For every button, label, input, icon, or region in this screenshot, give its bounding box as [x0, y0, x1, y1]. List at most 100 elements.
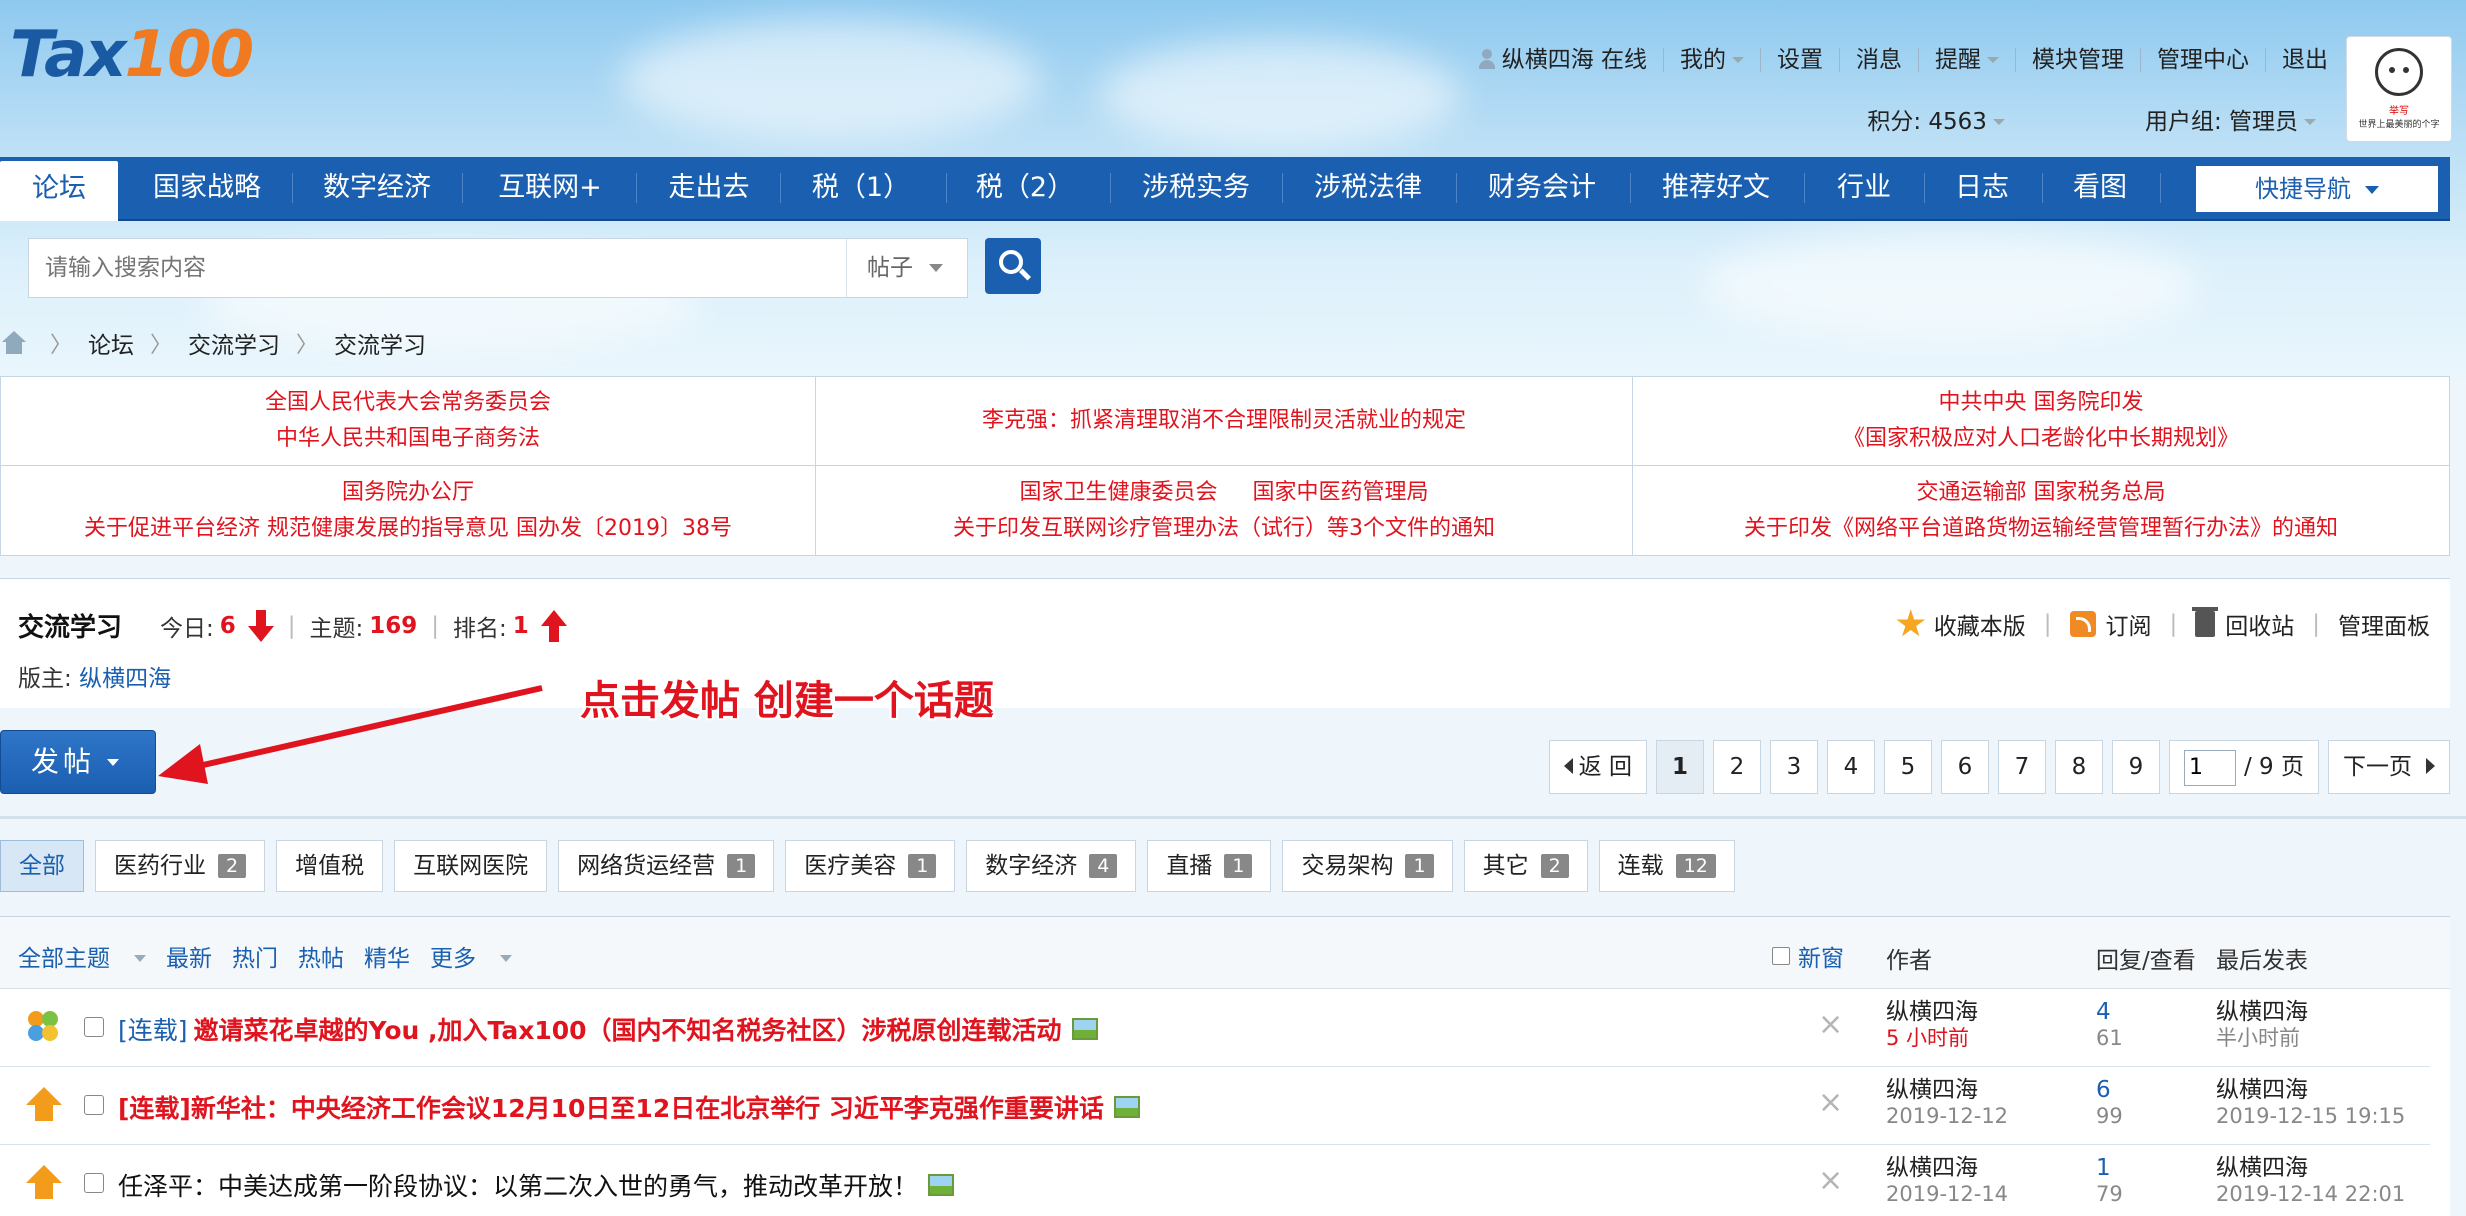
settings-link[interactable]: 设置	[1761, 48, 1840, 72]
recycle-bin-button[interactable]: 回收站	[2192, 607, 2294, 641]
admin-panel-button[interactable]: 管理面板	[2338, 607, 2430, 641]
new-window-toggle[interactable]: 新窗	[1772, 939, 1844, 973]
thread-title[interactable]: [连载]新华社：中央经济工作会议12月10日至12日在北京举行 习近平李克强作重…	[118, 1089, 1140, 1125]
table-row[interactable]: [连载] 邀请菜花卓越的You ,加入Tax100（国内不知名税务社区）涉税原创…	[0, 989, 2430, 1067]
row-checkbox[interactable]	[84, 1095, 104, 1115]
quick-nav-button[interactable]: 快捷导航	[2196, 166, 2438, 212]
page-link[interactable]: 9	[2111, 740, 2160, 794]
close-icon[interactable]: ×	[1818, 1163, 1843, 1198]
nav-tab-tax-2[interactable]: 税（2）	[960, 157, 1090, 219]
filter-digital-economy[interactable]: 数字经济 4	[966, 840, 1137, 892]
notice-item[interactable]: 交通运输部 国家税务总局 关于印发《网络平台道路货物运输经营管理暂行办法》的通知	[1633, 466, 2449, 555]
nav-tab-national-strategy[interactable]: 国家战略	[140, 157, 274, 219]
notice-item[interactable]: 中共中央 国务院印发 《国家积极应对人口老龄化中长期规划》	[1633, 377, 2449, 466]
user-status[interactable]: 纵横四海 在线	[1462, 48, 1664, 72]
next-page-button[interactable]: 下一页	[2328, 740, 2450, 794]
breadcrumb-section[interactable]: 交流学习	[188, 326, 280, 360]
page-link[interactable]: 6	[1940, 740, 1989, 794]
nav-tab-go-global[interactable]: 走出去	[654, 157, 764, 219]
user-group-menu[interactable]: 用户组: 管理员	[2075, 102, 2316, 136]
reminders-menu[interactable]: 提醒	[1919, 48, 2016, 72]
reply-count[interactable]: 6	[2096, 1077, 2123, 1103]
nav-tab-accounting[interactable]: 财务会计	[1472, 157, 1612, 219]
home-icon[interactable]	[0, 331, 28, 355]
page-link[interactable]: 3	[1769, 740, 1818, 794]
sort-hot-posts[interactable]: 热帖	[298, 939, 344, 973]
avatar[interactable]: 举写 世界上最美丽的个字	[2346, 36, 2452, 142]
last-post-user[interactable]: 纵横四海	[2216, 1155, 2405, 1181]
page-link[interactable]: 1	[1655, 740, 1704, 794]
nav-tab-blog[interactable]: 日志	[1936, 157, 2028, 219]
nav-tab-forum[interactable]: 论坛	[0, 161, 118, 221]
page-link[interactable]: 2	[1712, 740, 1761, 794]
subscribe-button[interactable]: 订阅	[2069, 607, 2152, 641]
search-input[interactable]	[29, 239, 847, 297]
table-row[interactable]: 任泽平：中美达成第一阶段协议：以第二次入世的勇气，推动改革开放！ × 纵横四海 2…	[0, 1145, 2430, 1216]
filter-vat[interactable]: 增值税	[276, 840, 384, 892]
module-admin-link[interactable]: 模块管理	[2016, 48, 2141, 72]
logout-link[interactable]: 退出	[2266, 48, 2328, 72]
filter-all[interactable]: 全部	[0, 840, 84, 892]
thread-title[interactable]: [连载] 邀请菜花卓越的You ,加入Tax100（国内不知名税务社区）涉税原创…	[118, 1011, 1098, 1047]
thread-title-text[interactable]: [连载]新华社：中央经济工作会议12月10日至12日在北京举行 习近平李克强作重…	[118, 1089, 1104, 1125]
filter-medicine[interactable]: 医药行业 2	[95, 840, 266, 892]
nav-tab-internet-plus[interactable]: 互联网+	[480, 157, 620, 219]
my-menu[interactable]: 我的	[1664, 48, 1761, 72]
nav-tab-industry[interactable]: 行业	[1818, 157, 1910, 219]
notice-item[interactable]: 国务院办公厅 关于促进平台经济 规范健康发展的指导意见 国办发〔2019〕38号	[1, 466, 816, 555]
search-button[interactable]	[985, 238, 1041, 294]
close-icon[interactable]: ×	[1818, 1007, 1843, 1042]
nav-tab-tax-practice[interactable]: 涉税实务	[1126, 157, 1266, 219]
author-name[interactable]: 纵横四海	[1886, 999, 1978, 1025]
checkbox[interactable]	[1772, 947, 1790, 965]
messages-link[interactable]: 消息	[1840, 48, 1919, 72]
page-link[interactable]: 4	[1826, 740, 1875, 794]
filter-internet-hospital[interactable]: 互联网医院	[394, 840, 548, 892]
breadcrumb-current[interactable]: 交流学习	[334, 326, 426, 360]
nav-tab-tax-law[interactable]: 涉税法律	[1298, 157, 1438, 219]
page-link[interactable]: 8	[2054, 740, 2103, 794]
sort-hot[interactable]: 热门	[232, 939, 278, 973]
sort-digest[interactable]: 精华	[364, 939, 410, 973]
all-topics-menu[interactable]: 全部主题	[18, 939, 146, 973]
last-post-time[interactable]: 2019-12-15 19:15	[2216, 1103, 2405, 1129]
notice-item[interactable]: 李克强：抓紧清理取消不合理限制灵活就业的规定	[816, 377, 1633, 466]
last-post-time[interactable]: 半小时前	[2216, 1025, 2308, 1051]
points-menu[interactable]: 积分: 4563	[1797, 102, 2005, 136]
filter-deal-structure[interactable]: 交易架构 1	[1282, 840, 1453, 892]
nav-tab-tax-1[interactable]: 税（1）	[796, 157, 926, 219]
notice-item[interactable]: 全国人民代表大会常务委员会 中华人民共和国电子商务法	[1, 377, 816, 466]
close-icon[interactable]: ×	[1818, 1085, 1843, 1120]
filter-other[interactable]: 其它 2	[1463, 840, 1588, 892]
breadcrumb-forum[interactable]: 论坛	[88, 326, 134, 360]
favorite-forum-button[interactable]: 收藏本版	[1896, 607, 2026, 641]
reply-count[interactable]: 4	[2096, 999, 2123, 1025]
filter-livestream[interactable]: 直播 1	[1147, 840, 1272, 892]
page-jump-input[interactable]	[2183, 749, 2236, 786]
page-link[interactable]: 7	[1997, 740, 2046, 794]
thread-title-text[interactable]: 邀请菜花卓越的You ,加入Tax100（国内不知名税务社区）涉税原创连载活动	[194, 1011, 1062, 1047]
filter-serial[interactable]: 连载 12	[1598, 840, 1735, 892]
last-post-user[interactable]: 纵横四海	[2216, 999, 2308, 1025]
notice-item[interactable]: 国家卫生健康委员会 国家中医药管理局 关于印发互联网诊疗管理办法（试行）等3个文件…	[816, 466, 1633, 555]
new-post-button[interactable]: 发帖	[0, 730, 156, 794]
thread-tag[interactable]: [连载]	[118, 1011, 188, 1047]
last-post-user[interactable]: 纵横四海	[2216, 1077, 2405, 1103]
nav-tab-digital-economy[interactable]: 数字经济	[310, 157, 444, 219]
table-row[interactable]: [连载]新华社：中央经济工作会议12月10日至12日在北京举行 习近平李克强作重…	[0, 1067, 2430, 1145]
site-logo[interactable]: Tax100	[10, 18, 254, 92]
thread-title-text[interactable]: 任泽平：中美达成第一阶段协议：以第二次入世的勇气，推动改革开放！	[118, 1167, 918, 1203]
row-checkbox[interactable]	[84, 1173, 104, 1193]
page-link[interactable]: 5	[1883, 740, 1932, 794]
filter-online-freight[interactable]: 网络货运经营 1	[558, 840, 775, 892]
back-button[interactable]: 返 回	[1548, 740, 1647, 794]
last-post-time[interactable]: 2019-12-14 22:01	[2216, 1181, 2405, 1207]
admin-center-link[interactable]: 管理中心	[2141, 48, 2266, 72]
sort-latest[interactable]: 最新	[166, 939, 212, 973]
more-menu[interactable]: 更多	[430, 939, 512, 973]
thread-title[interactable]: 任泽平：中美达成第一阶段协议：以第二次入世的勇气，推动改革开放！	[118, 1167, 955, 1203]
search-type-select[interactable]: 帖子	[867, 239, 943, 297]
author-name[interactable]: 纵横四海	[1886, 1077, 2008, 1103]
filter-medical-beauty[interactable]: 医疗美容 1	[785, 840, 956, 892]
nav-tab-gallery[interactable]: 看图	[2054, 157, 2146, 219]
